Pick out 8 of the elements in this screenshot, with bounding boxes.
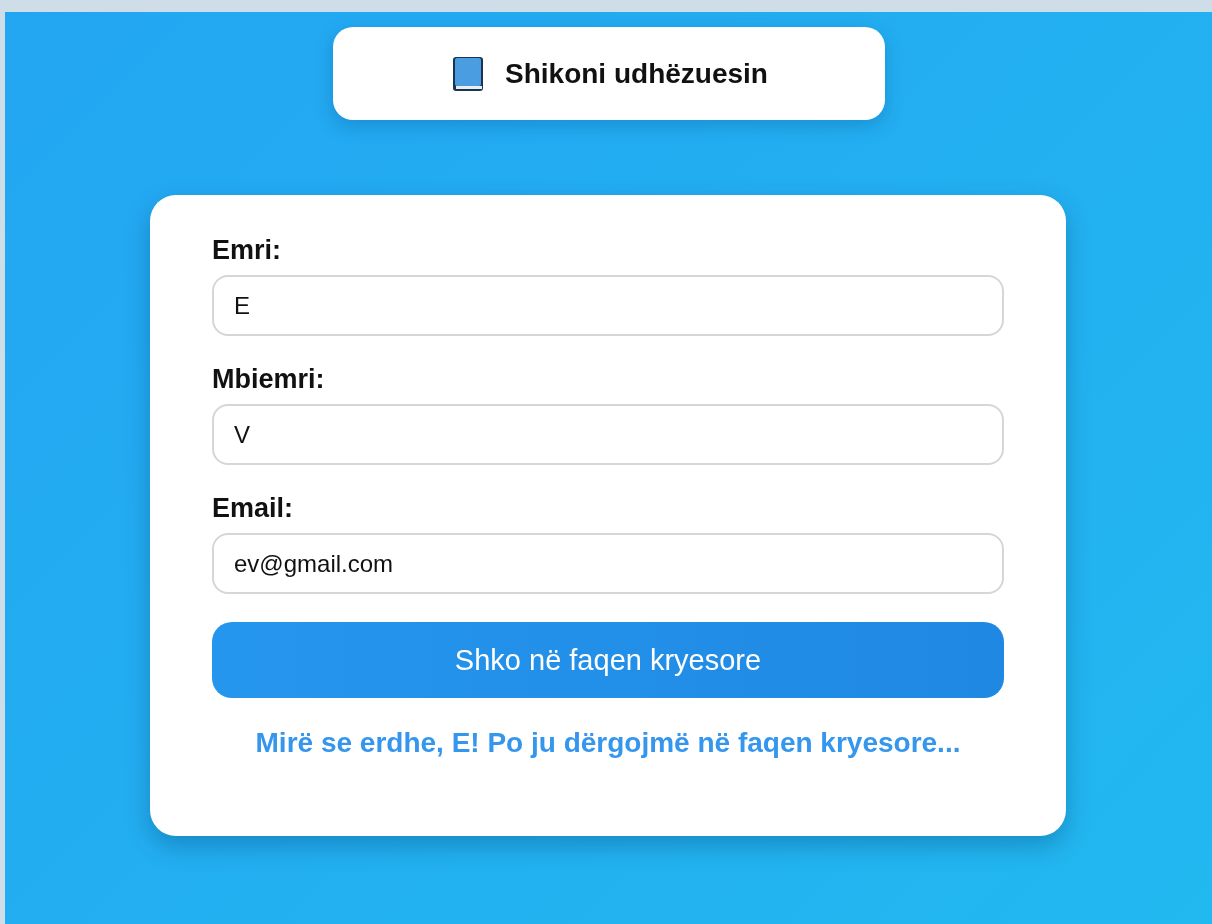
guide-button[interactable]: Shikoni udhëzuesin [332,27,885,120]
field-label: Email: [212,493,294,524]
welcome-message: Mirë se erdhe, E! Po ju dërgojmë në faqen kryesore... [254,726,962,760]
field-label: Mbiemri: [212,364,325,395]
input-field[interactable]: E [212,275,1004,336]
field-label: Emri: [212,235,282,266]
input-field[interactable]: V [212,404,1004,465]
input-field[interactable]: ev@gmail.com [212,533,1004,594]
